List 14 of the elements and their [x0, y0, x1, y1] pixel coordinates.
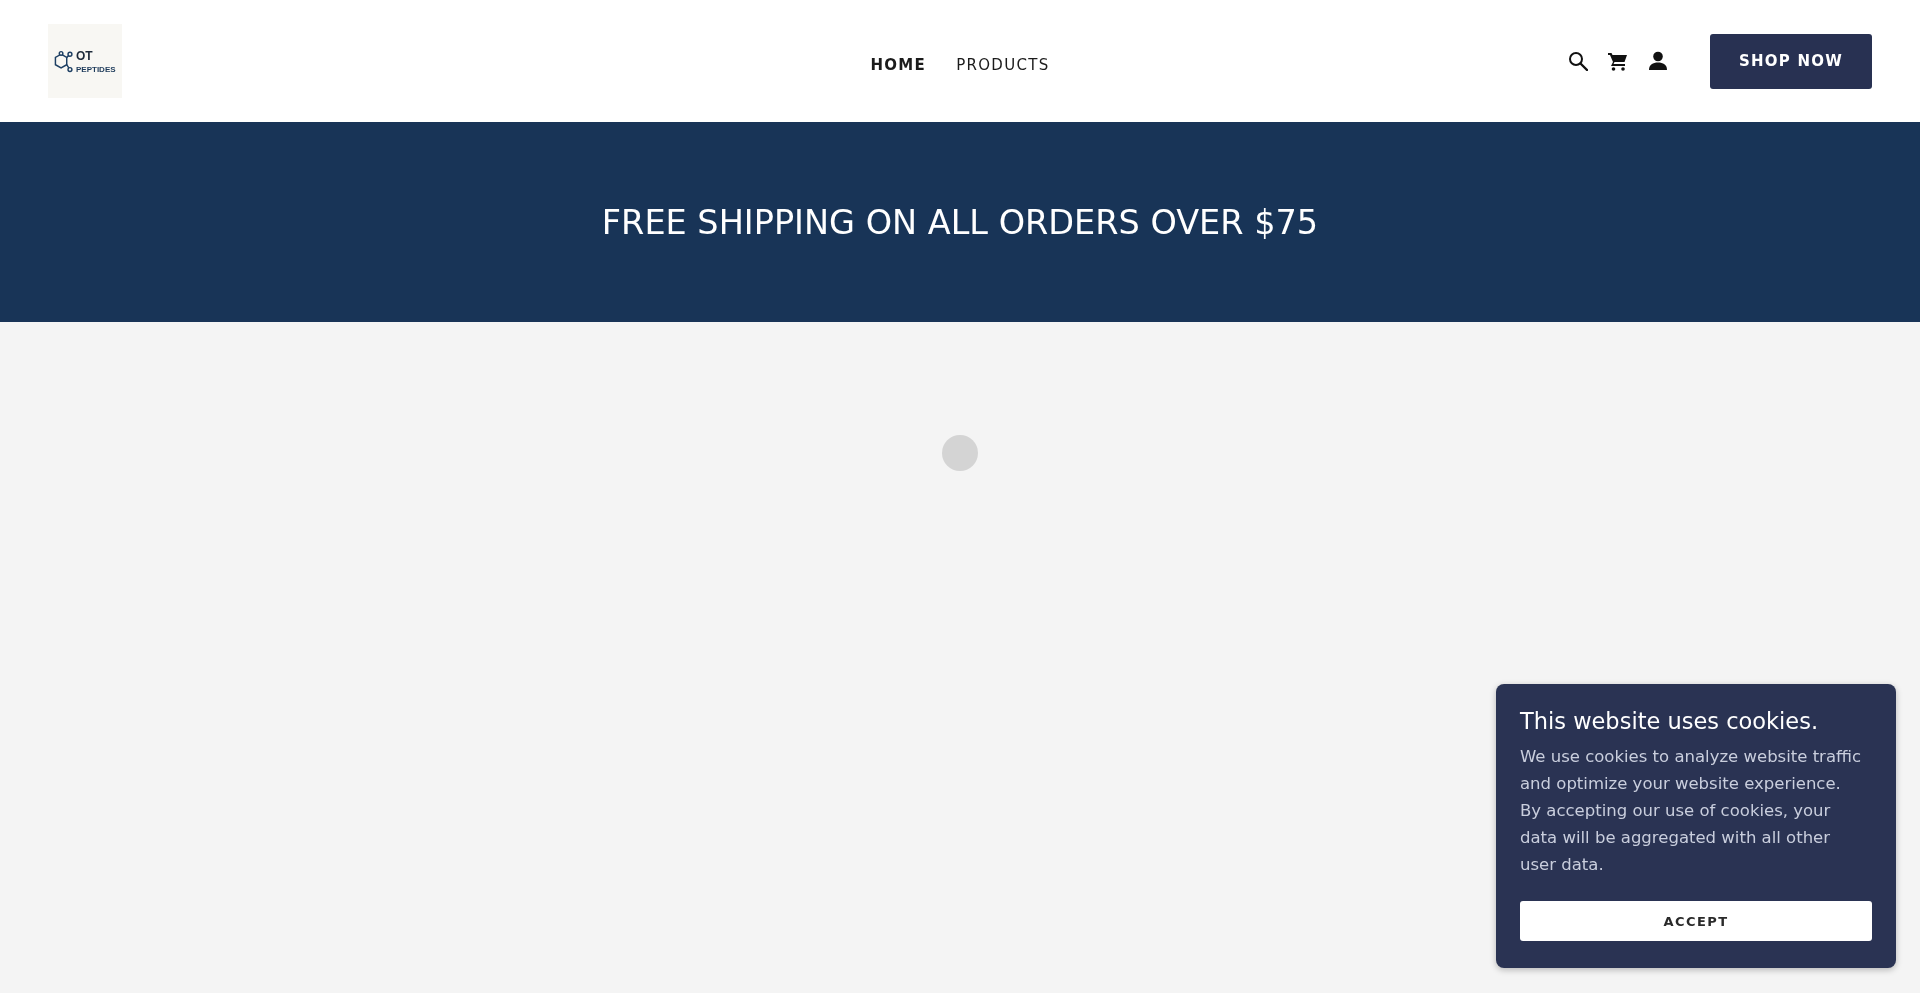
shop-now-button[interactable]: SHOP NOW: [1710, 33, 1872, 89]
molecule-icon: [53, 49, 74, 73]
cart-icon[interactable]: [1608, 51, 1628, 71]
cookie-message: We use cookies to analyze website traffic and optimize your website experience. By accepting our use of cookies, your data will be aggregated with all other user data.: [1520, 746, 1863, 876]
logo-tile[interactable]: OT PEPTIDES: [48, 24, 122, 98]
shipping-promo-text: FREE SHIPPING ON ALL ORDERS OVER $75: [601, 202, 1319, 242]
nav-link[interactable]: PRODUCTS: [956, 51, 1050, 78]
logo-subtext: PEPTIDES: [76, 64, 116, 74]
logo-text: OT: [76, 48, 94, 63]
search-icon[interactable]: [1568, 51, 1588, 71]
user-icon[interactable]: [1648, 51, 1668, 71]
accept-button[interactable]: ACCEPT: [1520, 901, 1872, 941]
cookie-title: This website uses cookies.: [1520, 707, 1820, 736]
nav-link[interactable]: HOME: [870, 51, 927, 78]
